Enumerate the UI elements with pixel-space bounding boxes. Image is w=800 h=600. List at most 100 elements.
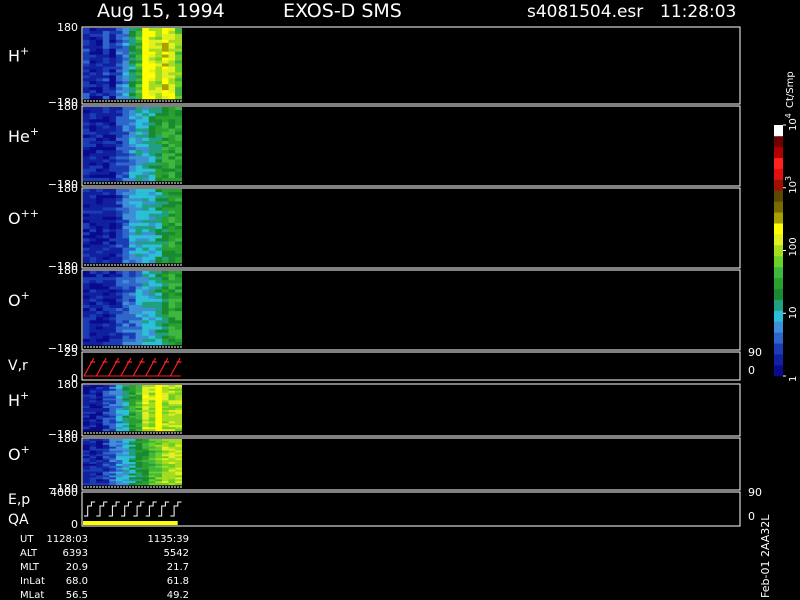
heatmap-cell [96,87,104,91]
heatmap-cell [155,84,163,88]
heatmap-cell [142,222,150,227]
heatmap-cell [148,326,156,330]
heatmap-cell [102,63,110,67]
heatmap-cell [135,256,143,261]
heatmap-cell [168,140,176,145]
heatmap-cell [96,72,104,76]
heatmap-cell [148,295,156,300]
heatmap-cell [122,72,130,76]
heatmap-cell [148,463,156,467]
heatmap-cell [109,473,117,476]
heatmap-cell [135,204,143,208]
heatmap-cell [175,326,182,330]
heatmap-cell [115,413,123,416]
heatmap-cell [102,156,110,160]
heatmap-cell [142,226,150,230]
heatmap-cell [175,463,182,467]
heatmap-cell [129,256,136,261]
heatmap-cell [168,458,176,461]
heatmap-cell [83,156,90,160]
heatmap-cell [115,213,123,218]
heatmap-cell [161,413,169,416]
y-tick-top: 25 [64,346,78,359]
y-tick-top: 180 [57,182,78,195]
heatmap-cell [129,238,136,242]
heatmap-cell [102,57,110,61]
heatmap-cell [161,75,169,79]
heatmap-cell [155,226,163,230]
heatmap-cell [102,323,110,327]
heatmap-cell [168,292,176,296]
heatmap-cell [83,385,90,388]
heatmap-cell [135,311,143,315]
heatmap-cell [83,162,90,166]
heatmap-cell [109,174,117,179]
heatmap-cell [161,463,169,467]
heatmap-cell [83,481,90,484]
heatmap-cell [96,326,104,330]
heatmap-cell [135,467,143,470]
heatmap-cell [142,153,150,157]
heatmap-cell [83,28,90,32]
heatmap-cell [168,144,176,148]
heatmap-cell [129,60,136,64]
heatmap-cell [96,338,104,343]
heatmap-cell [168,465,176,469]
heatmap-cell [102,415,110,418]
heatmap-cell [122,93,130,97]
heatmap-cell [96,78,104,82]
heatmap-cell [161,423,169,426]
heatmap-cell [135,150,143,154]
heatmap-cell [161,326,169,330]
heatmap-cell [102,392,110,395]
heatmap-cell [135,213,143,218]
heatmap-cell [83,311,90,315]
heatmap-cell [129,289,136,293]
heatmap-cell [89,419,97,422]
heatmap-cell [102,411,110,415]
heatmap-cell [155,326,163,330]
colorbar-step [774,157,783,169]
heatmap-cell [142,69,150,73]
heatmap-cell [168,150,176,154]
heatmap-cell [89,219,97,224]
heatmap-cell [83,113,90,117]
heatmap-cell [109,386,117,390]
heatmap-cell [109,256,117,261]
heatmap-cell [89,289,97,293]
heatmap-cell [175,386,182,390]
heatmap-cell [148,93,156,97]
panel-label-sup: + [30,125,39,138]
heatmap-cell [142,244,150,248]
heatmap-cell [115,402,123,405]
heatmap-cell [109,341,117,346]
heatmap-cell [122,419,130,422]
heatmap-cell [142,28,150,32]
heatmap-cell [161,116,169,120]
heatmap-cell [96,162,104,166]
ephemeris-start: 68.0 [66,576,88,587]
heatmap-cell [142,465,150,469]
ephemeris-label: UT [20,534,34,545]
heatmap-cell [161,385,169,388]
heatmap-cell [161,168,169,173]
heatmap-cell [168,454,176,457]
heatmap-cell [83,386,90,390]
heatmap-cell [102,144,110,148]
heatmap-cell [168,317,176,321]
heatmap-cell [142,134,150,139]
heatmap-cell [102,189,110,193]
heatmap-cell [83,134,90,139]
heatmap-cell [96,195,104,199]
heatmap-cell [142,36,150,41]
heatmap-cell [148,411,156,415]
heatmap-cell [161,107,169,111]
heatmap-cell [161,415,169,418]
heatmap-cell [89,477,97,480]
heatmap-cell [135,295,143,300]
heatmap-cell [102,439,110,442]
heatmap-cell [102,317,110,321]
heatmap-cell [155,332,163,337]
heatmap-cell [148,390,156,393]
heatmap-cell [122,314,130,318]
